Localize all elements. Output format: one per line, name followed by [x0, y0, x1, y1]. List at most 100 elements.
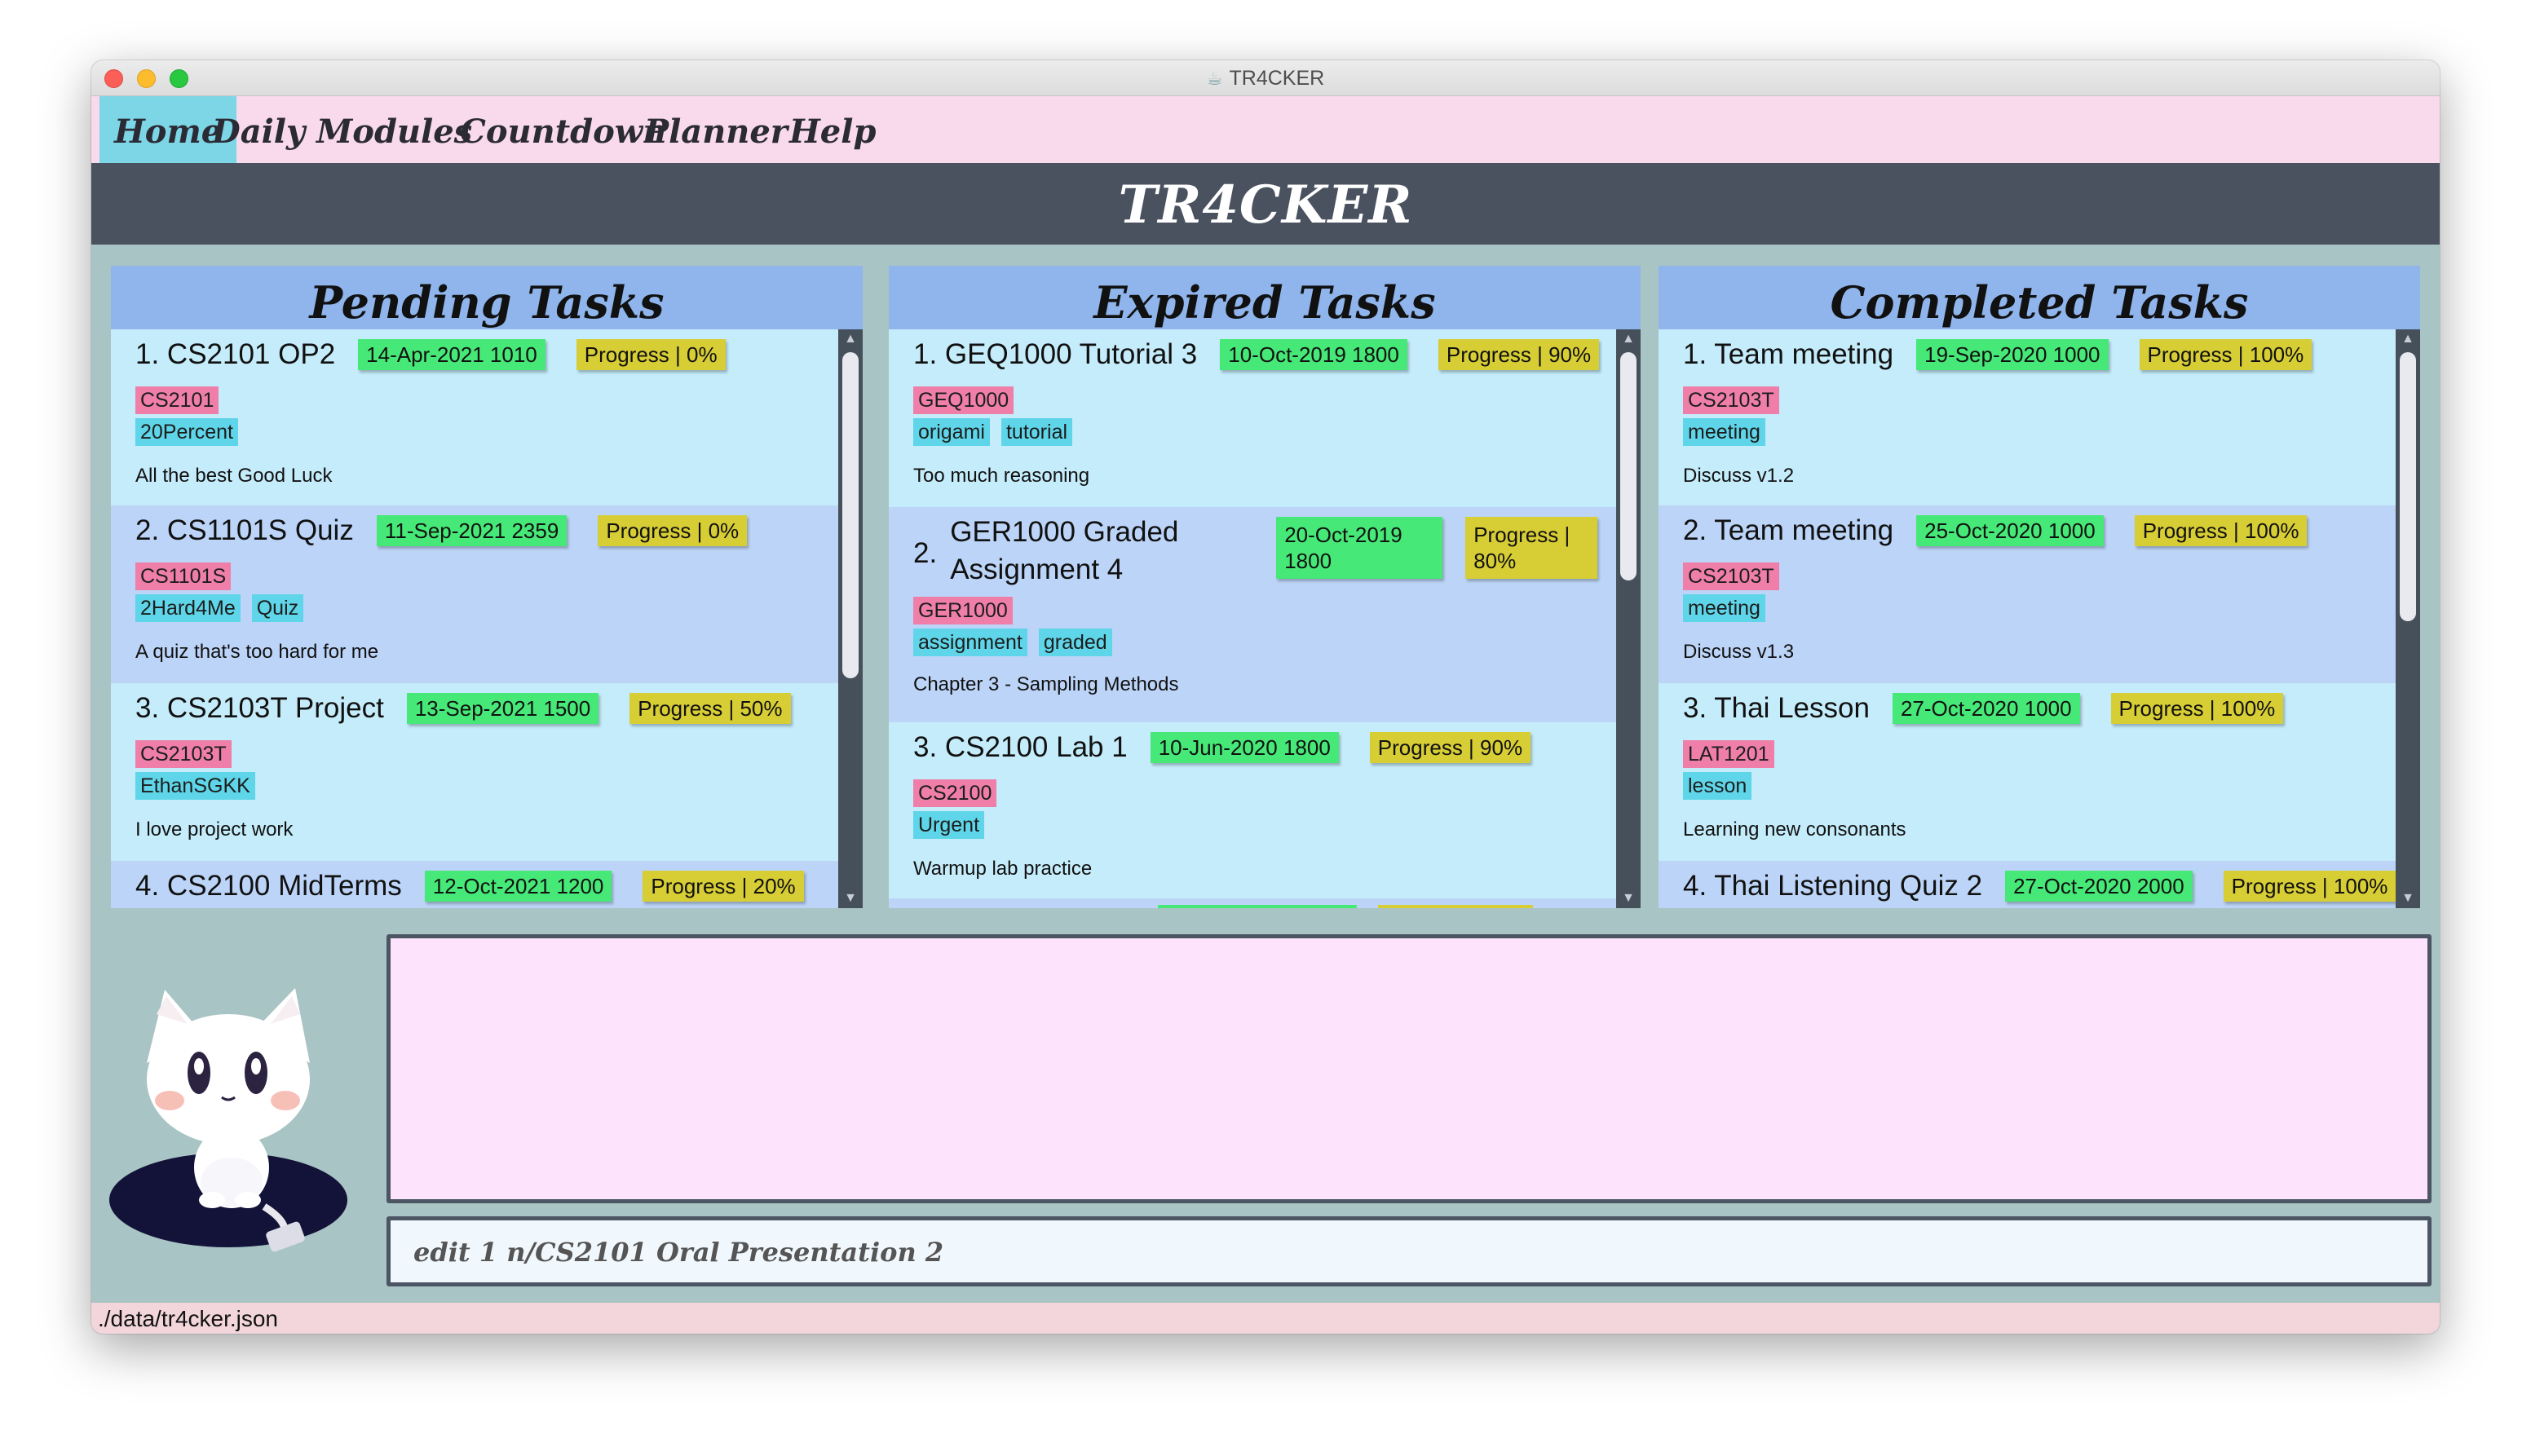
- expired-scrollbar[interactable]: ▲ ▼: [1616, 329, 1641, 908]
- scroll-thumb[interactable]: [2400, 352, 2416, 621]
- task-card[interactable]: 3. CS2103T Project 13-Sep-2021 1500 Prog…: [111, 683, 838, 861]
- scroll-thumb[interactable]: [1620, 352, 1637, 580]
- command-input[interactable]: edit 1 n/CS2101 Oral Presentation 2: [386, 1216, 2432, 1286]
- deadline-badge: 13-Sep-2021 1500: [406, 693, 599, 724]
- deadline-badge-partial: [1158, 905, 1357, 908]
- status-bar-file-path: ./data/tr4cker.json: [91, 1303, 2440, 1334]
- task-title: 3. Thai Lesson: [1683, 692, 1870, 724]
- task-tag: lesson: [1683, 772, 1752, 800]
- deadline-badge: 10-Oct-2019 1800: [1220, 339, 1407, 370]
- completed-tasks-panel: Completed Tasks 1. Team meeting 19-Sep-2…: [1659, 266, 2420, 908]
- module-tag: CS2103T: [1683, 563, 1779, 590]
- task-card[interactable]: 1. Team meeting 19-Sep-2020 1000 Progres…: [1659, 329, 2396, 505]
- task-card[interactable]: 1. GEQ1000 Tutorial 3 10-Oct-2019 1800 P…: [889, 329, 1616, 507]
- progress-badge-partial: [1378, 905, 1533, 908]
- module-tag: CS2103T: [135, 740, 232, 768]
- expired-tasks-header: Expired Tasks: [889, 266, 1641, 329]
- progress-badge: Progress | 100%: [2134, 515, 2308, 546]
- deadline-badge: 19-Sep-2020 1000: [1916, 339, 2109, 370]
- task-description: Too much reasoning: [913, 465, 1090, 487]
- deadline-badge: 10-Jun-2020 1800: [1150, 732, 1339, 763]
- pending-tasks-header: Pending Tasks: [111, 266, 863, 329]
- task-tag: origami: [913, 418, 990, 446]
- task-tag: graded: [1038, 629, 1112, 656]
- deadline-badge: 27-Oct-2020 2000: [2005, 871, 2193, 902]
- task-description: All the best Good Luck: [135, 465, 333, 487]
- task-card[interactable]: 1. CS2101 OP2 14-Apr-2021 1010 Progress …: [111, 329, 838, 505]
- module-tag: CS2101: [135, 386, 219, 414]
- deadline-badge: 25-Oct-2020 1000: [1916, 515, 2104, 546]
- deadline-badge-time: 1800: [1284, 549, 1332, 573]
- task-tag: 20Percent: [135, 418, 238, 446]
- task-tag: meeting: [1683, 418, 1765, 446]
- scroll-up-icon[interactable]: ▲: [1616, 329, 1641, 349]
- task-tag: Quiz: [251, 594, 304, 622]
- task-title: 1. GEQ1000 Tutorial 3: [913, 338, 1198, 370]
- scroll-thumb[interactable]: [842, 352, 859, 678]
- app-icon: ☕: [1206, 68, 1223, 89]
- task-card[interactable]: 3. CS2100 Lab 1 10-Jun-2020 1800 Progres…: [889, 722, 1616, 898]
- task-title: 3. CS2100 Lab 1: [913, 731, 1128, 763]
- task-tag: meeting: [1683, 594, 1765, 622]
- task-title-continued: Assignment 4: [950, 554, 1124, 585]
- task-card[interactable]: 4. CS2100 MidTerms 12-Oct-2021 1200 Prog…: [111, 861, 838, 908]
- module-tag: CS2103T: [1683, 386, 1779, 414]
- app-window: ☕ TR4CKER Home Daily Modules Countdown Pl…: [91, 60, 2440, 1334]
- module-tag: LAT1201: [1683, 740, 1774, 768]
- task-card[interactable]: [889, 898, 1616, 908]
- scroll-down-icon[interactable]: ▼: [1616, 889, 1641, 908]
- pending-tasks-list[interactable]: 1. CS2101 OP2 14-Apr-2021 1010 Progress …: [111, 329, 838, 908]
- task-title: 2. CS1101S Quiz: [135, 514, 354, 546]
- module-tag: GEQ1000: [913, 386, 1014, 414]
- scroll-up-icon[interactable]: ▲: [838, 329, 863, 349]
- task-title: 1. CS2101 OP2: [135, 338, 336, 370]
- progress-badge: Progress | 100%: [2110, 693, 2284, 724]
- task-card[interactable]: 3. Thai Lesson 27-Oct-2020 1000 Progress…: [1659, 683, 2396, 861]
- pending-scrollbar[interactable]: ▲ ▼: [838, 329, 863, 908]
- task-tag: assignment: [913, 629, 1027, 656]
- task-title: 4. Thai Listening Quiz 2: [1683, 870, 1983, 902]
- task-description: I love project work: [135, 818, 294, 841]
- task-card[interactable]: 2. Team meeting 25-Oct-2020 1000 Progres…: [1659, 505, 2396, 683]
- deadline-badge: 14-Apr-2021 1010: [358, 339, 546, 370]
- task-card[interactable]: 2. GER1000 Graded Assignment 4 20-Oct-20…: [889, 507, 1616, 722]
- module-tag: CS1101S: [135, 563, 232, 590]
- task-title: 2. Team meeting: [1683, 514, 1894, 546]
- progress-badge: Progress | 0%: [598, 515, 748, 546]
- scroll-down-icon[interactable]: ▼: [838, 889, 863, 908]
- title-bar: ☕ TR4CKER: [91, 60, 2440, 96]
- deadline-badge: 20-Oct-2019: [1284, 523, 1402, 547]
- task-description: Warmup lab practice: [913, 858, 1093, 880]
- task-description: Discuss v1.2: [1683, 465, 1795, 487]
- module-tag: GER1000: [913, 597, 1013, 624]
- progress-badge: Progress | 20%: [643, 871, 804, 902]
- task-number: 2.: [913, 537, 938, 569]
- task-tag: tutorial: [1000, 418, 1073, 446]
- module-tag: CS2100: [913, 779, 997, 807]
- expired-tasks-list[interactable]: 1. GEQ1000 Tutorial 3 10-Oct-2019 1800 P…: [889, 329, 1616, 908]
- task-description: Chapter 3 - Sampling Methods: [913, 673, 1179, 695]
- task-description: A quiz that's too hard for me: [135, 641, 379, 663]
- result-display-box: [386, 934, 2432, 1203]
- menu-help[interactable]: Help: [775, 96, 890, 163]
- task-card[interactable]: 2. CS1101S Quiz 11-Sep-2021 2359 Progres…: [111, 505, 838, 683]
- scroll-down-icon[interactable]: ▼: [2396, 889, 2420, 908]
- progress-badge: Progress | 0%: [576, 339, 726, 370]
- completed-tasks-list[interactable]: 1. Team meeting 19-Sep-2020 1000 Progres…: [1659, 329, 2396, 908]
- completed-scrollbar[interactable]: ▲ ▼: [2396, 329, 2420, 908]
- task-tag: Urgent: [913, 811, 985, 839]
- task-title: 4. CS2100 MidTerms: [135, 870, 402, 902]
- deadline-badge: 12-Oct-2021 1200: [424, 871, 612, 902]
- scroll-up-icon[interactable]: ▲: [2396, 329, 2420, 349]
- progress-badge: Progress | 90%: [1369, 732, 1531, 763]
- pending-tasks-panel: Pending Tasks 1. CS2101 OP2 14-Apr-2021 …: [111, 266, 863, 908]
- task-card[interactable]: 4. Thai Listening Quiz 2 27-Oct-2020 200…: [1659, 861, 2396, 908]
- window-title: TR4CKER: [1229, 67, 1325, 90]
- task-title: 1. Team meeting: [1683, 338, 1894, 370]
- expired-tasks-panel: Expired Tasks 1. GEQ1000 Tutorial 3 10-O…: [889, 266, 1641, 908]
- deadline-badge: 11-Sep-2021 2359: [376, 515, 568, 546]
- completed-tasks-header: Completed Tasks: [1659, 266, 2420, 329]
- task-tag: EthanSGKK: [135, 772, 255, 800]
- progress-badge-value: 80%: [1473, 549, 1517, 573]
- task-description: Discuss v1.3: [1683, 641, 1795, 663]
